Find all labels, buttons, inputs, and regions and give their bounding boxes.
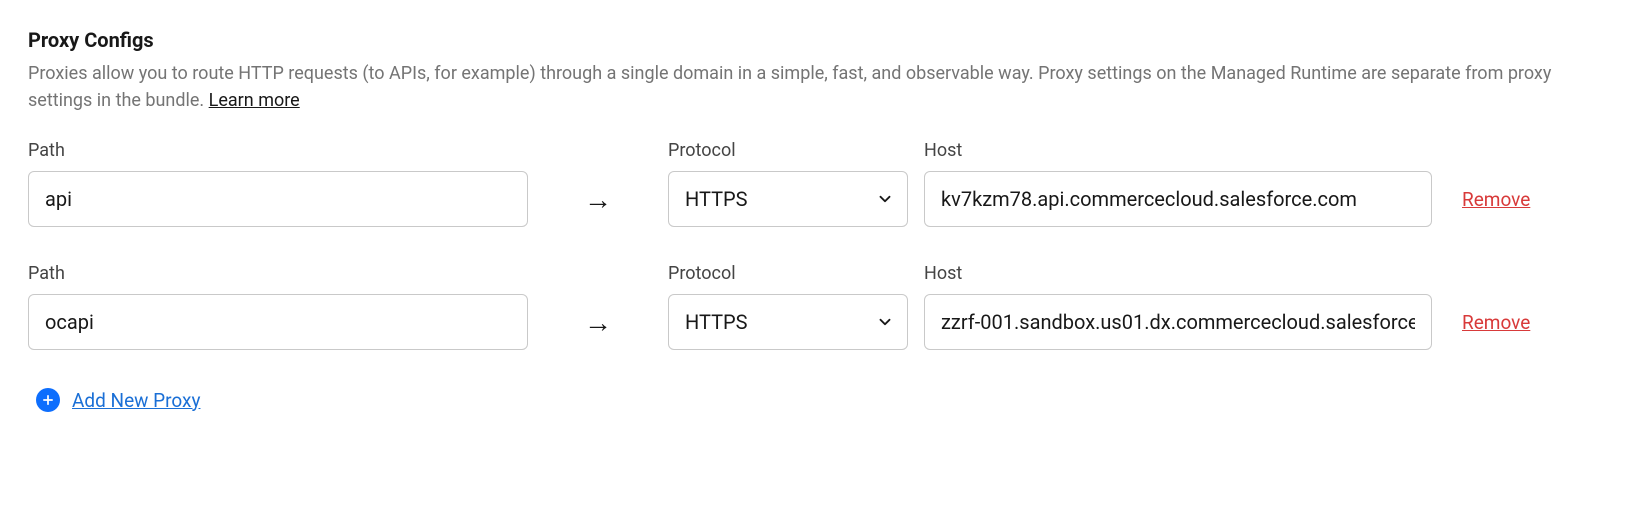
path-label: Path [28,140,528,161]
host-field-group: Host [924,140,1432,227]
remove-button[interactable]: Remove [1462,311,1530,334]
host-label: Host [924,140,1432,161]
protocol-select[interactable] [668,294,908,350]
add-proxy-row: Add New Proxy [28,388,1608,412]
path-input[interactable] [28,294,528,350]
protocol-label: Protocol [668,140,908,161]
page-title: Proxy Configs [28,28,1608,52]
arrow-right-icon: → [584,306,612,339]
arrow-cell: → [528,294,668,350]
path-field-group: Path [28,140,528,227]
learn-more-link[interactable]: Learn more [209,90,300,111]
proxy-row: Path → Protocol Host Remove [28,263,1608,350]
remove-cell: Remove [1462,294,1530,350]
host-label: Host [924,263,1432,284]
path-field-group: Path [28,263,528,350]
host-input[interactable] [924,171,1432,227]
section-description: Proxies allow you to route HTTP requests… [28,60,1608,114]
protocol-select[interactable] [668,171,908,227]
host-field-group: Host [924,263,1432,350]
path-label: Path [28,263,528,284]
remove-cell: Remove [1462,171,1530,227]
arrow-right-icon: → [584,183,612,216]
remove-button[interactable]: Remove [1462,188,1530,211]
arrow-cell: → [528,171,668,227]
host-input[interactable] [924,294,1432,350]
path-input[interactable] [28,171,528,227]
proxy-row: Path → Protocol Host Remove [28,140,1608,227]
protocol-field-group: Protocol [668,140,908,227]
protocol-label: Protocol [668,263,908,284]
protocol-field-group: Protocol [668,263,908,350]
add-new-proxy-button[interactable]: Add New Proxy [72,389,200,412]
plus-circle-icon[interactable] [36,388,60,412]
